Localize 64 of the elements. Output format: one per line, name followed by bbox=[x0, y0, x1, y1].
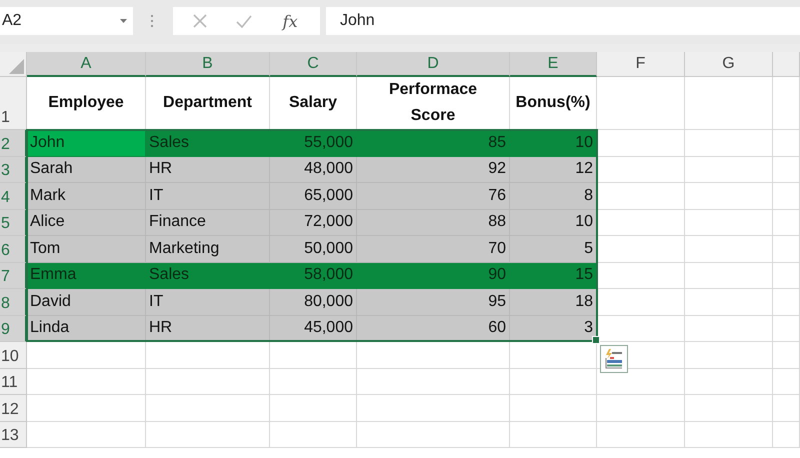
formula-input[interactable]: John bbox=[326, 7, 800, 35]
table-cell: David bbox=[27, 289, 146, 316]
table-cell: 90 bbox=[357, 262, 510, 289]
column-header[interactable]: B bbox=[146, 52, 270, 77]
table-cell: 50,000 bbox=[270, 236, 357, 262]
row-header[interactable]: 2 bbox=[0, 130, 27, 156]
column-header[interactable]: F bbox=[597, 52, 685, 77]
table-cell: 76 bbox=[357, 183, 510, 210]
table-cell: 8 bbox=[510, 183, 597, 210]
table-cell: 65,000 bbox=[270, 183, 357, 210]
table-cell: Alice bbox=[27, 210, 146, 236]
column-title: Performace Score bbox=[388, 80, 478, 126]
table-cell: 88 bbox=[357, 210, 510, 236]
column-header[interactable]: E bbox=[510, 52, 597, 77]
table-cell: Marketing bbox=[146, 236, 270, 262]
table-cell: 95 bbox=[357, 289, 510, 316]
row-header[interactable]: 7 bbox=[0, 262, 27, 289]
name-box-text: A2 bbox=[2, 12, 22, 30]
table-cell: IT bbox=[146, 289, 270, 316]
table-cell: 10 bbox=[510, 210, 597, 236]
table-cell: 85 bbox=[357, 130, 510, 156]
row-header[interactable]: 8 bbox=[0, 289, 27, 316]
table-cell: 70 bbox=[357, 236, 510, 262]
table-cell: Sarah bbox=[27, 156, 146, 183]
row-header[interactable]: 12 bbox=[0, 395, 27, 422]
row-header[interactable]: 6 bbox=[0, 236, 27, 262]
table-cell: 5 bbox=[510, 236, 597, 262]
table-cell: 55,000 bbox=[270, 130, 357, 156]
table-cell: 58,000 bbox=[270, 262, 357, 289]
row-header[interactable]: 3 bbox=[0, 156, 27, 183]
table-cell: Sales bbox=[146, 130, 270, 156]
table-cell: IT bbox=[146, 183, 270, 210]
table-cell: Tom bbox=[27, 236, 146, 262]
column-header[interactable]: A bbox=[27, 52, 146, 77]
table-cell: Emma bbox=[27, 262, 146, 289]
table-cell: HR bbox=[146, 156, 270, 183]
column-header[interactable]: C bbox=[270, 52, 357, 77]
row-header[interactable]: 10 bbox=[0, 342, 27, 368]
table-cell: Mark bbox=[27, 183, 146, 210]
column-header[interactable]: G bbox=[685, 52, 773, 77]
table-cell: 80,000 bbox=[270, 289, 357, 316]
column-title: Employee bbox=[48, 93, 124, 113]
table-cell: 48,000 bbox=[270, 156, 357, 183]
row-header[interactable]: 9 bbox=[0, 316, 27, 342]
row-header[interactable]: 11 bbox=[0, 368, 27, 395]
table-cell: Sales bbox=[146, 262, 270, 289]
row-header[interactable]: 5 bbox=[0, 210, 27, 236]
active-cell: John bbox=[27, 130, 146, 156]
table-cell: 12 bbox=[510, 156, 597, 183]
table-cell: 10 bbox=[510, 130, 597, 156]
table-cell: 72,000 bbox=[270, 210, 357, 236]
table-cell: 92 bbox=[357, 156, 510, 183]
row-header[interactable]: 13 bbox=[0, 422, 27, 448]
table-cell: 18 bbox=[510, 289, 597, 316]
name-box[interactable]: A2 bbox=[0, 7, 133, 35]
row-header[interactable]: 4 bbox=[0, 183, 27, 210]
row-header[interactable]: 1 bbox=[0, 77, 27, 130]
column-title: Bonus(%) bbox=[516, 93, 590, 113]
table-cell: 15 bbox=[510, 262, 597, 289]
column-title: Department bbox=[163, 93, 252, 113]
table-cell: Finance bbox=[146, 210, 270, 236]
column-title: Salary bbox=[288, 93, 338, 113]
column-header[interactable]: D bbox=[357, 52, 510, 77]
insert-function-button[interactable]: fx bbox=[280, 12, 300, 30]
